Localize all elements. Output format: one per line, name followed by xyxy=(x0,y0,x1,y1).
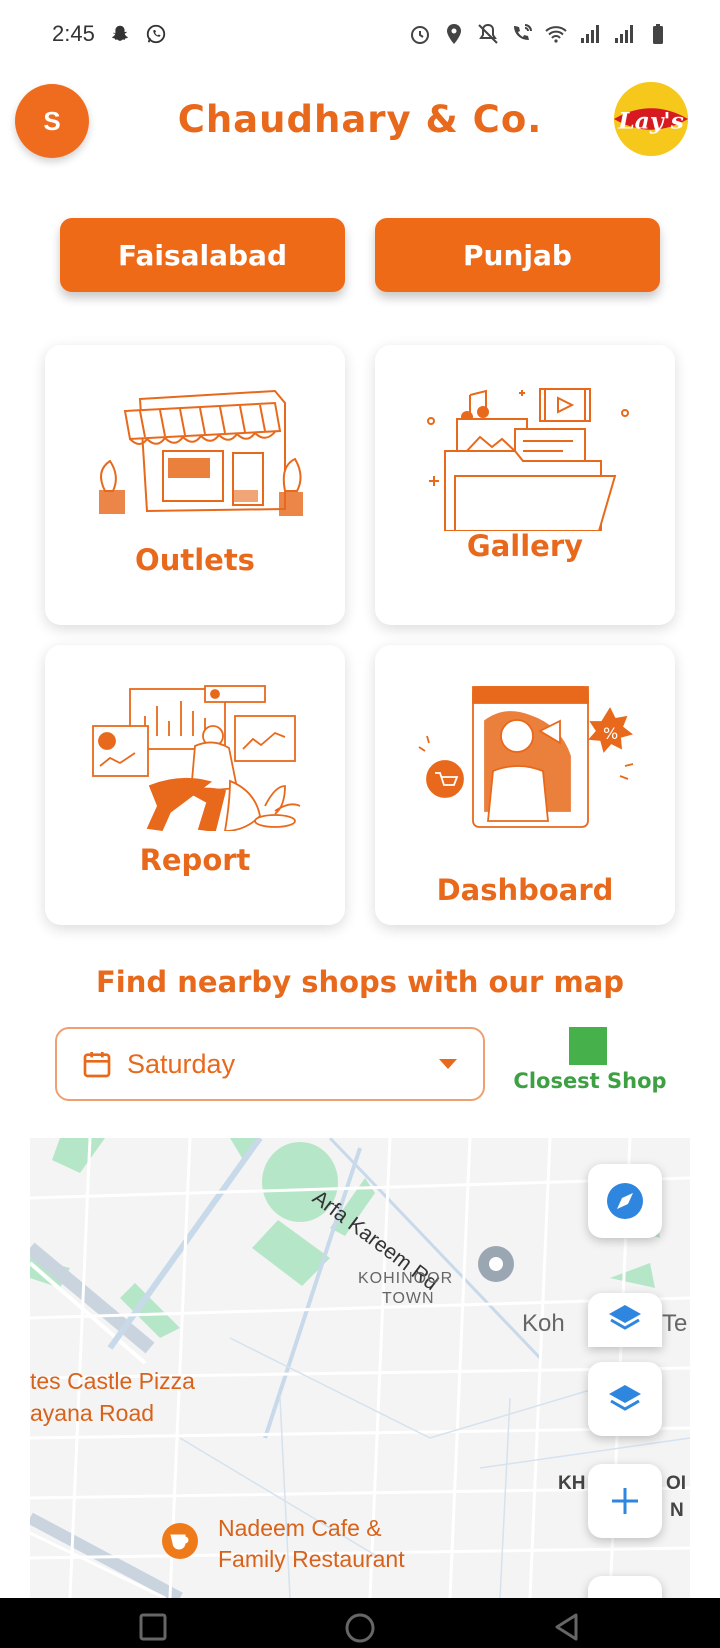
snapchat-icon xyxy=(112,25,128,41)
wifi-call-icon xyxy=(514,24,532,40)
area-label: KOHINOOR xyxy=(358,1270,454,1287)
brand-logo-text: Lay's xyxy=(617,107,684,135)
report-label: Report xyxy=(139,843,251,877)
map-view[interactable]: Arfa Kareem Rd KOHINOOR TOWN Koh Te tes … xyxy=(30,1138,690,1598)
state-label: Punjab xyxy=(463,238,572,272)
calendar-icon xyxy=(83,1052,111,1078)
partial-label-oi: OI xyxy=(666,1473,687,1494)
gallery-folder-illustration xyxy=(427,388,629,531)
signal-icon xyxy=(581,25,599,43)
status-left: 2:45 xyxy=(52,21,167,47)
svg-text:%: % xyxy=(603,724,618,743)
status-bar: 2:45 xyxy=(0,0,720,68)
outlets-label: Outlets xyxy=(135,543,255,577)
home-icon[interactable] xyxy=(344,1612,376,1644)
alarm-icon xyxy=(411,26,429,44)
system-nav-bar xyxy=(0,1598,720,1648)
layers-button-top[interactable] xyxy=(588,1293,662,1347)
map-heading: Find nearby shops with our map xyxy=(96,965,624,999)
legend-label: Closest Shop xyxy=(513,1069,667,1093)
cafe-label-line2: Family Restaurant xyxy=(218,1546,405,1572)
place-label-partial: Koh xyxy=(522,1310,565,1337)
partial-label-n: N xyxy=(670,1500,684,1521)
chevron-down-icon xyxy=(439,1059,457,1069)
gallery-card[interactable]: Gallery xyxy=(375,345,675,625)
city-label: Faisalabad xyxy=(117,238,287,272)
whatsapp-icon xyxy=(146,24,165,44)
gallery-label: Gallery xyxy=(466,529,584,563)
compass-icon xyxy=(607,1183,643,1219)
brand-logo: Lay's xyxy=(613,81,689,157)
place-label-partial-2: Te xyxy=(662,1310,688,1337)
cafe-label-line1: Nadeem Cafe & xyxy=(218,1515,382,1541)
recents-icon[interactable] xyxy=(138,1612,168,1642)
wifi-icon xyxy=(545,26,567,43)
report-illustration xyxy=(92,685,301,831)
day-select-value: Saturday xyxy=(127,1048,236,1079)
dashboard-illustration: % xyxy=(418,686,634,828)
pizza-label-line1: tes Castle Pizza xyxy=(30,1368,195,1394)
status-right xyxy=(408,22,670,46)
location-icon xyxy=(447,24,461,44)
compass-button[interactable] xyxy=(588,1164,662,1238)
app-header: S Chaudhary & Co. Lay's xyxy=(0,80,720,162)
report-card[interactable]: Report xyxy=(45,645,345,925)
status-time: 2:45 xyxy=(52,21,95,46)
dashboard-label: Dashboard xyxy=(436,873,614,907)
dashboard-card[interactable]: % Dashboard xyxy=(375,645,675,925)
map-fab-partial[interactable] xyxy=(588,1576,662,1598)
pizza-label-line2: ayana Road xyxy=(30,1400,155,1426)
back-icon[interactable] xyxy=(552,1612,582,1642)
zoom-in-button[interactable] xyxy=(588,1464,662,1538)
city-button[interactable]: Faisalabad xyxy=(60,218,345,292)
shop-illustration xyxy=(99,389,303,516)
signal-icon xyxy=(615,25,633,43)
partial-label-k: KH xyxy=(558,1473,586,1494)
layers-icon xyxy=(609,1305,641,1330)
battery-icon xyxy=(653,24,663,44)
layers-button[interactable] xyxy=(588,1362,662,1436)
area-label-2: TOWN xyxy=(382,1290,435,1307)
day-select[interactable]: Saturday xyxy=(55,1027,485,1101)
closest-shop-legend: Closest Shop xyxy=(505,1027,675,1101)
mute-icon xyxy=(478,23,498,44)
state-button[interactable]: Punjab xyxy=(375,218,660,292)
outlets-card[interactable]: Outlets xyxy=(45,345,345,625)
zoom-in-icon xyxy=(612,1488,638,1514)
legend-swatch xyxy=(569,1027,607,1065)
layers-icon xyxy=(609,1385,641,1411)
